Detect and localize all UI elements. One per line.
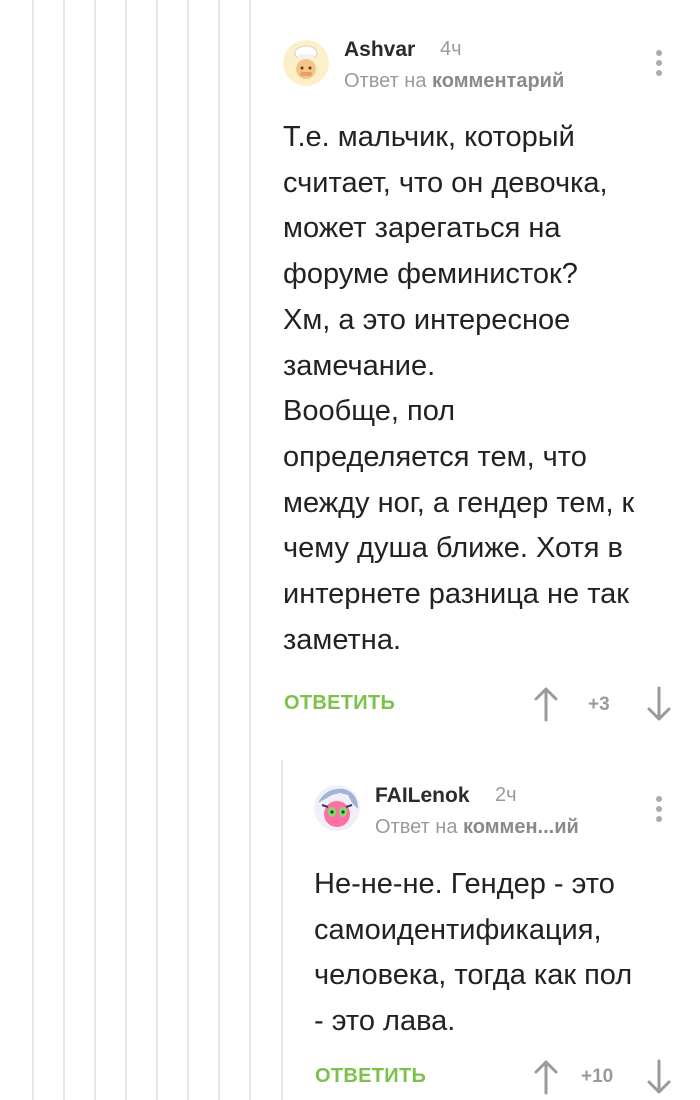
rating-score: +10 xyxy=(581,1066,614,1087)
downvote-arrow-icon[interactable] xyxy=(646,686,672,727)
comment-line: может зарегаться на xyxy=(283,212,561,245)
comment-body: Т.е. мальчик, который считает, что он де… xyxy=(283,115,693,663)
comment-body: Не-не-не. Гендер - это самоидентификация… xyxy=(314,862,694,1045)
reply-button[interactable]: ОТВЕТИТЬ xyxy=(284,692,395,715)
downvote-arrow-icon[interactable] xyxy=(646,1059,672,1100)
comment-line: самоидентификация, xyxy=(314,913,602,946)
comment-line: между ног, а гендер тем, к xyxy=(283,486,635,519)
comment-line: интернете разница не так xyxy=(283,578,629,611)
comment-line: определяется тем, что xyxy=(283,440,587,473)
more-options-icon[interactable] xyxy=(654,796,664,830)
timestamp: 4ч xyxy=(440,38,462,60)
comment-line: Не-не-не. Гендер - это xyxy=(314,868,615,900)
upvote-arrow-icon[interactable] xyxy=(533,1059,559,1100)
comment-line: человека, тогда как пол xyxy=(314,959,633,992)
reply-to-target[interactable]: коммен...ий xyxy=(463,816,579,838)
comment-ashvar: Ashvar 4ч Ответ на комментарий Т.е. маль… xyxy=(0,0,700,740)
comment-line: форуме феминисток? xyxy=(283,258,578,291)
comment-failenok: FAILenok 2ч Ответ на коммен...ий Не-не-н… xyxy=(0,760,700,1100)
author-name[interactable]: FAILenok xyxy=(375,784,470,808)
comment-line: чему душа ближе. Хотя в xyxy=(283,532,623,565)
reply-to-target[interactable]: комментарий xyxy=(432,70,564,92)
reply-to-link[interactable]: Ответ на коммен...ий xyxy=(375,816,579,839)
timestamp: 2ч xyxy=(495,784,517,806)
comment-line: замечание. xyxy=(283,349,436,382)
avatar[interactable] xyxy=(283,40,329,86)
reply-to-prefix: Ответ на xyxy=(375,816,458,838)
comment-line: считает, что он девочка, xyxy=(283,166,608,199)
author-name[interactable]: Ashvar xyxy=(344,38,415,62)
reply-to-link[interactable]: Ответ на комментарий xyxy=(344,70,564,93)
upvote-arrow-icon[interactable] xyxy=(533,686,559,727)
rating-score: +3 xyxy=(588,694,610,715)
comment-line: Т.е. мальчик, который xyxy=(283,121,575,153)
comment-line: - это лава. xyxy=(314,1005,456,1038)
comment-line: заметна. xyxy=(283,623,402,656)
avatar[interactable] xyxy=(314,785,360,831)
comment-line: Вообще, пол xyxy=(283,395,456,428)
reply-button[interactable]: ОТВЕТИТЬ xyxy=(315,1065,426,1088)
more-options-icon[interactable] xyxy=(654,50,664,84)
comment-line: Хм, а это интересное xyxy=(283,303,571,336)
reply-to-prefix: Ответ на xyxy=(344,70,427,92)
